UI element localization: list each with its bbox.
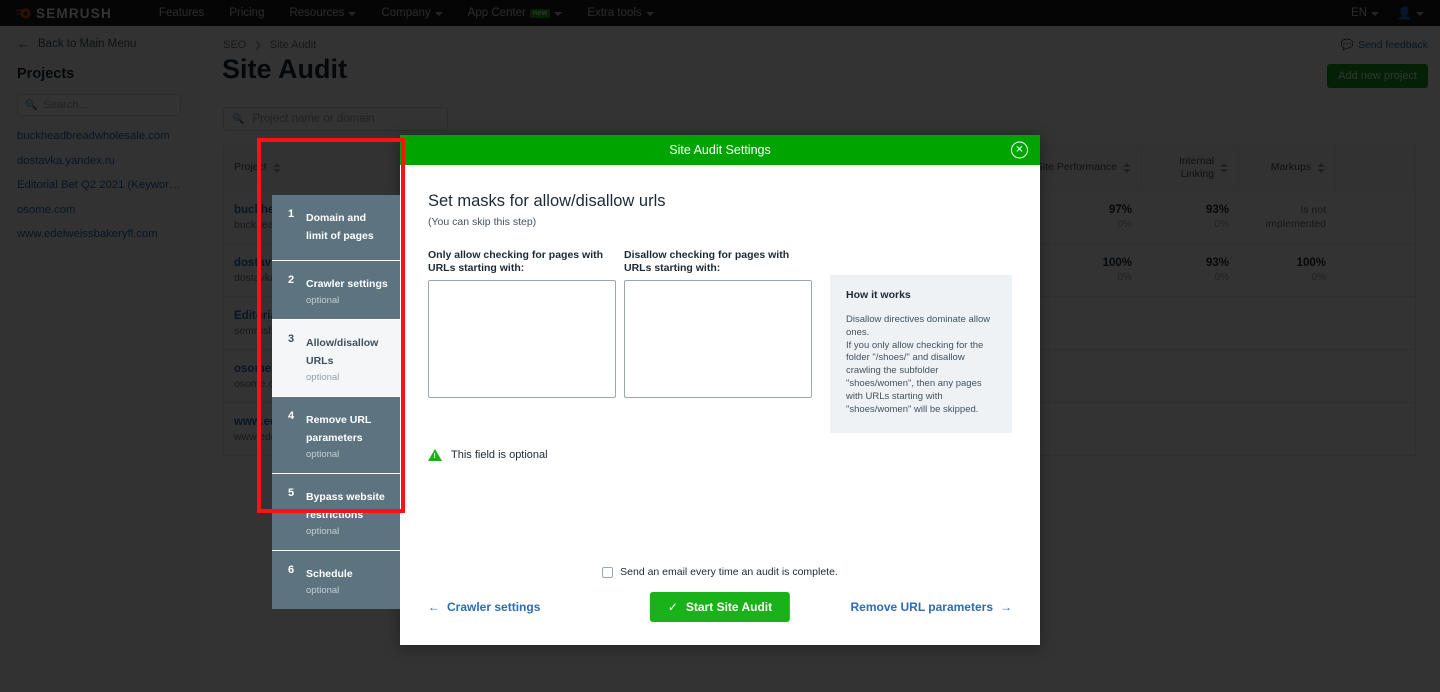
step-number: 1 xyxy=(288,208,296,247)
how-it-works-panel: How it works Disallow directives dominat… xyxy=(830,275,1012,433)
optional-field-notice: This field is optional xyxy=(428,449,1012,461)
section-heading: Set masks for allow/disallow urls xyxy=(428,192,1012,211)
warning-triangle-icon xyxy=(428,449,442,461)
step-item-domain-and-limit-of-pages[interactable]: 1 Domain and limit of pages xyxy=(272,195,400,261)
step-label: Crawler settings xyxy=(306,278,388,290)
how-it-works-body: Disallow directives dominate allow ones.… xyxy=(846,314,996,417)
step-number: 6 xyxy=(288,564,296,596)
optional-notice-label: This field is optional xyxy=(451,449,548,461)
arrow-right-icon: → xyxy=(1000,600,1012,614)
previous-step-link[interactable]: ← Crawler settings xyxy=(428,600,540,614)
step-label: Bypass website restrictions xyxy=(306,491,385,521)
settings-steps-list: 1 Domain and limit of pages 2 Crawler se… xyxy=(272,195,400,609)
step-item-crawler-settings[interactable]: 2 Crawler settings optional xyxy=(272,261,400,320)
next-step-link[interactable]: Remove URL parameters → xyxy=(850,600,1012,614)
step-number: 4 xyxy=(288,410,296,460)
step-item-schedule[interactable]: 6 Schedule optional xyxy=(272,551,400,609)
modal-actions-row: ← Crawler settings ✓ Start Site Audit Re… xyxy=(400,591,1040,623)
arrow-left-icon: ← xyxy=(428,600,440,614)
close-icon[interactable]: ✕ xyxy=(1011,142,1028,159)
allow-field-label: Only allow checking for pages with URLs … xyxy=(428,249,616,275)
disallow-field-label: Disallow checking for pages with URLs st… xyxy=(624,249,812,275)
allow-urls-textarea[interactable] xyxy=(428,280,616,398)
step-item-allow-disallow-urls[interactable]: 3 Allow/disallow URLs optional xyxy=(272,320,400,397)
how-it-works-title: How it works xyxy=(846,289,996,301)
modal-title: Site Audit Settings xyxy=(669,143,770,157)
step-optional-label: optional xyxy=(306,585,353,596)
step-label: Remove URL parameters xyxy=(306,414,371,444)
modal-footer: Send an email every time an audit is com… xyxy=(400,566,1040,623)
disallow-urls-textarea[interactable] xyxy=(624,280,812,398)
send-email-checkbox[interactable] xyxy=(602,567,613,578)
modal-content: Set masks for allow/disallow urls (You c… xyxy=(400,165,1040,461)
step-optional-label: optional xyxy=(306,295,388,306)
step-optional-label: optional xyxy=(306,449,388,460)
step-optional-label: optional xyxy=(306,372,388,383)
email-notification-row: Send an email every time an audit is com… xyxy=(400,566,1040,578)
step-label: Schedule xyxy=(306,568,353,580)
next-step-label: Remove URL parameters xyxy=(850,600,993,614)
step-number: 3 xyxy=(288,333,296,383)
step-item-remove-url-parameters[interactable]: 4 Remove URL parameters optional xyxy=(272,397,400,474)
start-site-audit-button[interactable]: ✓ Start Site Audit xyxy=(650,592,790,622)
step-label: Domain and limit of pages xyxy=(306,212,374,242)
step-optional-label: optional xyxy=(306,526,388,537)
modal-body: 1 Domain and limit of pages 2 Crawler se… xyxy=(400,165,1040,645)
allow-field-group: Only allow checking for pages with URLs … xyxy=(428,249,616,433)
step-number: 5 xyxy=(288,487,296,537)
disallow-field-group: Disallow checking for pages with URLs st… xyxy=(624,249,812,433)
start-site-audit-label: Start Site Audit xyxy=(686,600,772,614)
modal-header: Site Audit Settings ✕ xyxy=(400,135,1040,165)
step-number: 2 xyxy=(288,274,296,306)
site-audit-settings-modal: Site Audit Settings ✕ 1 Domain and limit… xyxy=(400,135,1040,645)
step-item-bypass-website-restrictions[interactable]: 5 Bypass website restrictions optional xyxy=(272,474,400,551)
previous-step-label: Crawler settings xyxy=(447,600,540,614)
section-subheading: (You can skip this step) xyxy=(428,216,1012,228)
step-label: Allow/disallow URLs xyxy=(306,337,378,367)
check-icon: ✓ xyxy=(668,600,678,614)
masks-fields-row: Only allow checking for pages with URLs … xyxy=(428,249,1012,433)
send-email-label: Send an email every time an audit is com… xyxy=(620,566,838,578)
